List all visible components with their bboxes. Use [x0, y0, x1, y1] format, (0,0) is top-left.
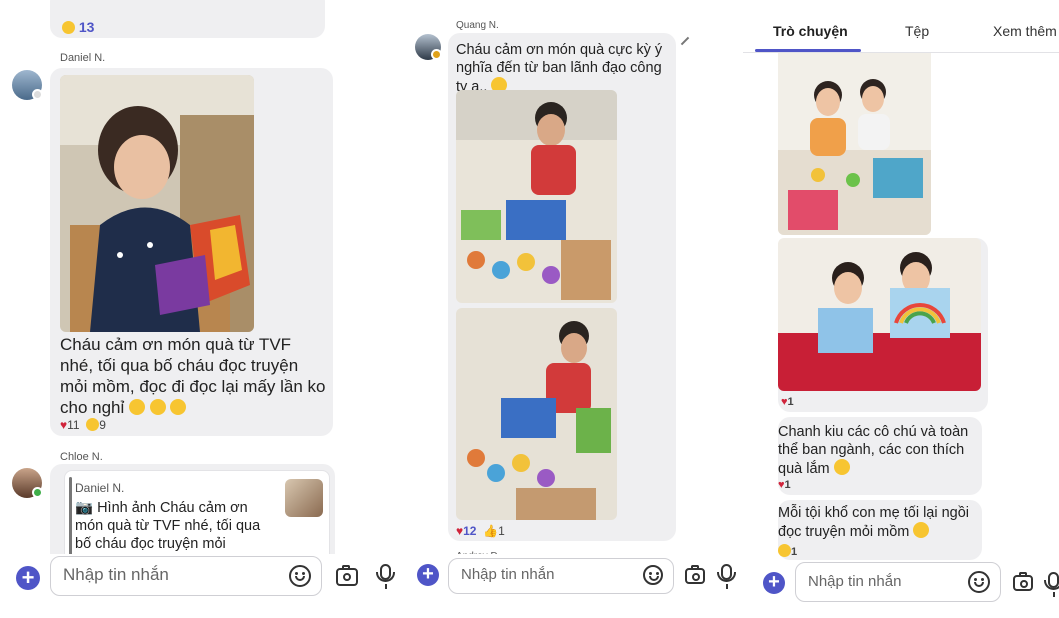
- quoted-message[interactable]: Daniel N. 📷 Hình ảnh Cháu cảm ơn món quà…: [64, 470, 330, 570]
- message-input-box[interactable]: [448, 558, 674, 594]
- message-bubble[interactable]: Cháu cảm ơn món quà cực kỳ ý nghĩa đến t…: [448, 33, 676, 541]
- add-icon[interactable]: +: [417, 564, 439, 586]
- tab-more[interactable]: Xem thêm: [993, 23, 1057, 39]
- message-bubble[interactable]: ♥1: [778, 238, 988, 412]
- microphone-icon[interactable]: [1044, 572, 1059, 597]
- chat-panel-2: Quang N. Cháu cảm ơn món quà cực kỳ ý ng…: [403, 0, 740, 618]
- message-text: Cháu cảm ơn món quà cực kỳ ý nghĩa đến t…: [456, 42, 663, 95]
- message-composer: +: [0, 554, 400, 618]
- emoji-icon[interactable]: [643, 565, 663, 585]
- reactions[interactable]: ♥12 👍1: [456, 524, 505, 538]
- camera-icon[interactable]: [1013, 572, 1033, 591]
- message-composer: +: [743, 560, 1059, 618]
- sender-name: Daniel N.: [60, 52, 106, 64]
- reaction-summary[interactable]: 13: [62, 19, 94, 35]
- photo-child-reading[interactable]: [60, 75, 254, 332]
- photo-boy-reading-2[interactable]: [456, 308, 617, 520]
- add-icon[interactable]: +: [16, 566, 40, 590]
- quote-thumbnail: [285, 479, 323, 517]
- message-input[interactable]: [63, 565, 252, 585]
- emoji-icon[interactable]: [289, 565, 311, 587]
- tab-files[interactable]: Tệp: [905, 23, 929, 39]
- status-away-icon: [431, 49, 442, 60]
- microphone-icon[interactable]: [717, 564, 736, 589]
- microphone-icon[interactable]: [376, 564, 395, 589]
- chat-panel-3: ♥1 Chanh kiu các cô chú và toàn thể ban …: [743, 0, 1059, 618]
- quote-bar: [69, 477, 72, 561]
- reactions[interactable]: ♥1: [778, 479, 791, 491]
- message-input-box[interactable]: [795, 562, 1001, 602]
- sun-emoji-icon: [778, 544, 791, 557]
- photo-girls-holding-books[interactable]: [778, 238, 981, 391]
- photo-boy-reading-1[interactable]: [456, 90, 617, 303]
- edited-pencil-icon: [680, 36, 690, 46]
- tab-chat[interactable]: Trò chuyện: [773, 23, 848, 39]
- status-online-icon: [32, 487, 43, 498]
- message-input[interactable]: [808, 573, 951, 590]
- add-icon[interactable]: +: [763, 572, 785, 594]
- quote-sender: Daniel N.: [75, 481, 125, 495]
- message-input-box[interactable]: [50, 556, 322, 596]
- camera-icon[interactable]: [685, 565, 705, 584]
- message-bubble[interactable]: Chanh kiu các cô chú và toàn thể ban ngà…: [778, 417, 982, 495]
- thumbs-up-icon: 👍: [483, 524, 499, 538]
- rofl-emoji-icon: [129, 398, 187, 417]
- sun-emoji-icon: [62, 21, 75, 34]
- emoji-icon[interactable]: [968, 571, 990, 593]
- reactions[interactable]: 1: [778, 544, 797, 558]
- active-tab-indicator: [755, 49, 861, 52]
- message-text: Mỗi tội khổ con mẹ tối lại ngồi đọc truy…: [778, 505, 970, 540]
- sender-name: Chloe N.: [60, 451, 103, 463]
- message-text: Chanh kiu các cô chú và toàn thể ban ngà…: [778, 424, 969, 477]
- reactions[interactable]: ♥11 9: [60, 418, 106, 432]
- status-offline-icon: [32, 89, 43, 100]
- tab-bar: Trò chuyện Tệp Xem thêm: [743, 0, 1059, 53]
- sun-emoji-icon: [86, 418, 100, 431]
- reactions[interactable]: ♥1: [781, 396, 794, 408]
- message-bubble[interactable]: Mỗi tội khổ con mẹ tối lại ngồi đọc truy…: [778, 500, 982, 560]
- message-bubble[interactable]: Cháu cảm ơn món quà từ TVF nhé, tối qua …: [50, 68, 333, 436]
- message-input[interactable]: [461, 566, 618, 583]
- sunglasses-emoji-icon: [913, 522, 930, 538]
- camera-icon[interactable]: [336, 565, 358, 586]
- chat-panel-1: 13 Daniel N. Cháu cảm ơn món quà từ TVF …: [0, 0, 400, 618]
- laughing-emoji-icon: [833, 459, 850, 475]
- message-text: Cháu cảm ơn món quà từ TVF nhé, tối qua …: [60, 335, 326, 417]
- photo-girls-with-books[interactable]: [778, 40, 931, 235]
- message-composer: +: [403, 554, 740, 618]
- sender-name: Quang N.: [456, 20, 499, 31]
